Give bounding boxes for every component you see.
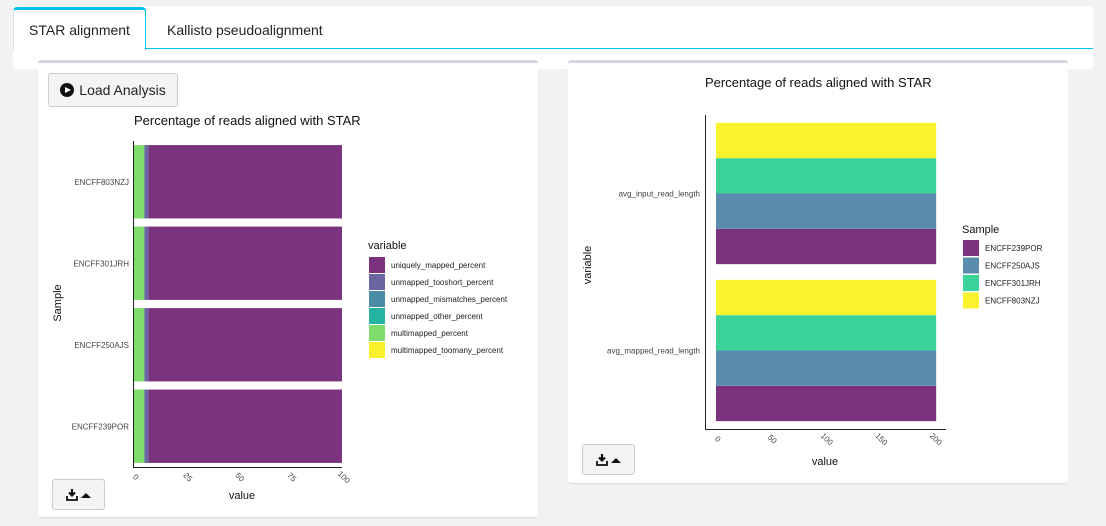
star-percent-chart: Percentage of reads aligned with STAR ENC… [52,113,508,502]
legend-swatch [369,308,385,324]
download-plot-button-right[interactable] [582,444,635,475]
legend-label: unmapped_mismatches_percent [391,295,508,304]
bar-ENCFF250AJS [716,350,937,386]
legend-title: variable [368,240,407,252]
x-tick-label: 0 [713,434,723,444]
x-tick-label: 200 [928,431,944,447]
legend-label: ENCFF301JRH [985,279,1041,288]
bar-multimapped_percent [134,308,145,382]
download-icon [595,453,621,466]
legend-swatch [963,240,979,256]
legend-label: multimapped_percent [391,329,469,338]
x-tick-label: 100 [336,469,352,485]
bar-unmapped_tooshort_percent [144,145,149,219]
chart-title: Percentage of reads aligned with STAR [705,75,932,90]
legend-label: multimapped_toomany_percent [391,346,504,355]
legend-label: ENCFF250AJS [985,262,1040,271]
legend-swatch [369,291,385,307]
x-tick-label: 50 [233,471,246,484]
tab-star-alignment[interactable]: STAR alignment [13,7,146,50]
x-axis-title: value [812,456,838,468]
y-tick-label: avg_mapped_read_length [607,347,700,356]
bar-ENCFF803NZJ [716,279,937,316]
y-axis-title: variable [582,246,594,285]
x-tick-label: 25 [181,471,194,484]
legend-label: unmapped_other_percent [391,312,483,321]
y-axis-title: Sample [52,284,64,321]
bar-multimapped_percent [134,226,145,300]
x-tick-label: 75 [285,471,298,484]
bar-ENCFF239POR [716,385,937,422]
y-tick-label: ENCFF803NZJ [74,178,129,187]
legend-swatch [963,275,979,291]
read-length-chart: Percentage of reads aligned with STAR avg… [582,75,1043,468]
x-axis-title: value [229,490,255,502]
x-tick-label: 50 [766,433,779,446]
bar-ENCFF250AJS [716,193,937,229]
bar-ENCFF803NZJ [716,122,937,159]
legend-label: uniquely_mapped_percent [391,261,486,270]
y-tick-label: ENCFF301JRH [73,259,129,268]
legend-swatch [963,257,979,274]
y-tick-label: ENCFF250AJS [74,341,129,350]
x-tick-label: 0 [131,472,141,482]
bar-ENCFF239POR [716,228,937,265]
bar-multimapped_percent [134,389,145,463]
bar-unmapped_tooshort_percent [144,389,149,463]
legend-swatch [963,292,979,309]
download-icon [65,488,91,501]
bar-uniquely_mapped_percent [148,226,342,300]
legend-label: ENCFF239POR [985,244,1043,253]
bar-uniquely_mapped_percent [148,145,342,219]
bar-ENCFF301JRH [716,315,937,351]
legend-swatch [369,257,385,273]
bar-unmapped_tooshort_percent [144,308,149,382]
x-tick-label: 150 [873,431,889,447]
x-tick-label: 100 [819,431,835,447]
bar-uniquely_mapped_percent [148,389,342,463]
bar-multimapped_percent [134,145,145,219]
legend-title: Sample [962,224,999,236]
bar-ENCFF301JRH [716,158,937,194]
tab-kallisto-pseudoalignment[interactable]: Kallisto pseudoalignment [151,7,339,49]
star-length-panel: Percentage of reads aligned with STAR avg… [568,60,1068,483]
bar-uniquely_mapped_percent [148,308,342,382]
bar-unmapped_tooshort_percent [144,226,149,300]
y-tick-label: ENCFF239POR [72,422,130,431]
legend-swatch [369,342,385,358]
legend-label: unmapped_tooshort_percent [391,278,494,287]
legend-swatch [369,274,385,290]
legend-label: ENCFF803NZJ [985,297,1040,306]
chart-title: Percentage of reads aligned with STAR [134,113,361,128]
y-tick-label: avg_input_read_length [619,190,700,199]
legend-swatch [369,325,385,341]
download-plot-button-left[interactable] [52,479,105,510]
star-sample-panel: Load Analysis Percentage of reads aligne… [38,60,538,517]
